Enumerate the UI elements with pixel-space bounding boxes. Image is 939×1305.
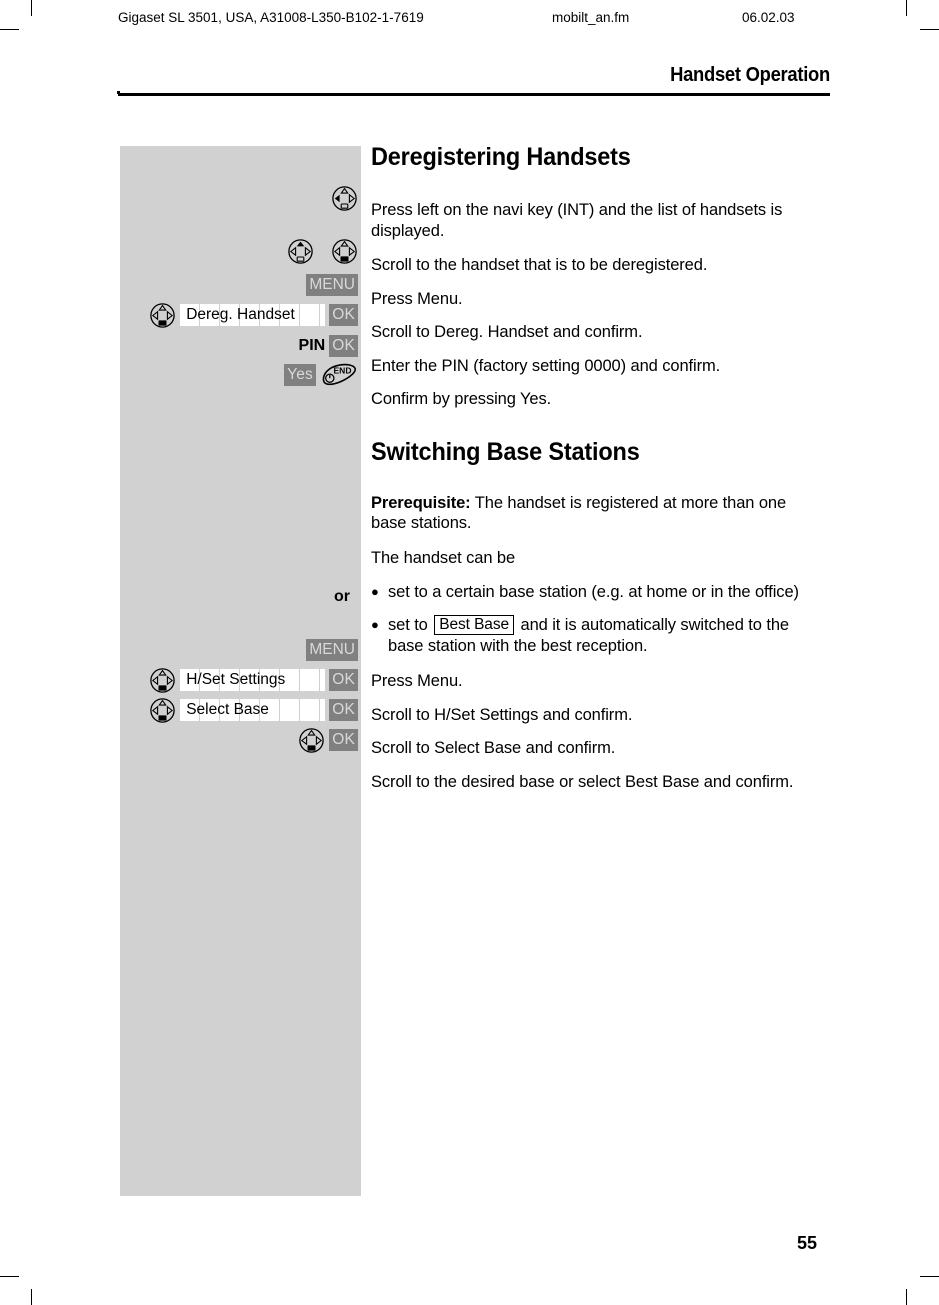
prerequisite-paragraph: Prerequisite: The handset is registered …: [371, 493, 823, 534]
step-text-select-base: Scroll to Select Base and confirm.: [371, 739, 616, 757]
navi-key-down-icon[interactable]: [331, 238, 358, 265]
step-text-press-left: Press left on the navi key (INT) and the…: [371, 201, 783, 240]
step-keys-dereg-handset: Dereg. Handset OK: [131, 302, 358, 328]
crop-mark-bottom-right-vertical: [906, 1289, 907, 1305]
softkey-menu[interactable]: MENU: [306, 639, 358, 661]
crop-mark-top-left-vertical: [31, 0, 32, 16]
crop-mark-top-right-horizontal: [920, 29, 939, 30]
bullet-text-before: set to: [388, 615, 433, 634]
navi-key-down-icon[interactable]: [149, 302, 176, 329]
softkey-ok[interactable]: OK: [329, 304, 358, 326]
step-keys-hset-settings: H/Set Settings OK: [131, 667, 358, 693]
step-keys-scroll-handset: [120, 238, 358, 264]
intro-text: The handset can be: [371, 548, 516, 567]
navi-key-down-icon[interactable]: [298, 727, 325, 754]
step-text-choose-base: Scroll to the desired base or select Bes…: [371, 772, 794, 791]
step-text-enter-pin: Enter the PIN (factory setting 0000) and…: [371, 356, 721, 375]
crop-mark-bottom-right-horizontal: [920, 1276, 939, 1277]
navi-key-up-icon[interactable]: [287, 238, 314, 265]
section-heading-switching-base-stations: Switching Base Stations: [371, 437, 640, 466]
crop-mark-bottom-left-vertical: [31, 1289, 32, 1305]
softkey-ok[interactable]: OK: [329, 669, 358, 691]
revision-date-text: 06.02.03: [742, 10, 795, 25]
source-filename-text: mobilt_an.fm: [552, 10, 630, 25]
step-keys-press-menu-2: MENU: [120, 637, 358, 663]
step-keys-enter-pin: PIN OK: [120, 333, 358, 359]
document-id-text: Gigaset SL 3501, USA, A31008-L350-B102-1…: [118, 10, 424, 25]
bullet-item-certain-base: ● set to a certain base station (e.g. at…: [371, 582, 823, 603]
page-number: 55: [797, 1233, 818, 1253]
display-field-label: Select Base: [186, 701, 269, 718]
crop-mark-top-right-vertical: [906, 0, 907, 16]
bullet-item-best-base: ● set to Best Base and it is automatical…: [371, 614, 823, 657]
step-text-scroll-handset: Scroll to the handset that is to be dere…: [371, 256, 708, 274]
display-field-select-base[interactable]: Select Base: [180, 699, 326, 721]
navi-key-down-icon[interactable]: [149, 697, 176, 724]
softkey-ok[interactable]: OK: [329, 335, 358, 357]
step-text-dereg-handset: Scroll to Dereg. Handset and confirm.: [371, 323, 643, 341]
prerequisite-label: Prerequisite:: [371, 493, 471, 512]
bullet-text: set to Best Base and it is automatically…: [388, 614, 823, 657]
step-keys-press-left: [120, 185, 358, 211]
display-field-dereg-handset[interactable]: Dereg. Handset: [180, 304, 326, 326]
running-head: Gigaset SL 3501, USA, A31008-L350-B102-1…: [118, 8, 840, 28]
or-connector-label: or: [334, 588, 350, 605]
inline-option-best-base[interactable]: Best Base: [434, 614, 515, 635]
step-text-press-menu-2: Press Menu.: [371, 672, 463, 690]
navi-key-down-icon[interactable]: [149, 667, 176, 694]
end-call-key-icon[interactable]: END: [320, 362, 358, 388]
softkey-ok[interactable]: OK: [329, 729, 358, 751]
step-text-press-menu-1: Press Menu.: [371, 289, 463, 308]
display-field-hset-settings[interactable]: H/Set Settings: [180, 669, 326, 691]
display-field-label: H/Set Settings: [186, 671, 286, 688]
chapter-title: Handset Operation: [670, 64, 830, 86]
crop-mark-top-left-horizontal: [0, 29, 19, 30]
main-text-column: Deregistering Handsets Press left on the…: [371, 142, 823, 792]
bullet-dot-icon: ●: [371, 584, 379, 599]
section-heading-deregistering-handsets: Deregistering Handsets: [371, 143, 631, 171]
step-keys-select-base: Select Base OK: [131, 697, 358, 723]
svg-text:END: END: [334, 366, 352, 376]
navi-key-left-icon[interactable]: [331, 185, 358, 212]
step-text-hset-settings: Scroll to H/Set Settings and confirm.: [371, 705, 633, 724]
softkey-yes[interactable]: Yes: [284, 364, 316, 386]
bullet-text: set to a certain base station (e.g. at h…: [388, 583, 799, 601]
softkey-menu[interactable]: MENU: [306, 274, 358, 296]
bullet-dot-icon: ●: [371, 616, 379, 632]
step-text-confirm-yes: Confirm by pressing Yes.: [371, 390, 552, 408]
step-keys-confirm-yes: Yes END: [120, 362, 358, 388]
crop-mark-bottom-left-horizontal: [0, 1276, 19, 1277]
chapter-rule-divider: [118, 93, 830, 96]
step-keys-choose-base: OK: [120, 727, 358, 753]
display-field-label: Dereg. Handset: [186, 306, 295, 323]
softkey-ok[interactable]: OK: [329, 699, 358, 721]
step-keys-press-menu-1: MENU: [120, 272, 358, 298]
pin-prompt-label: PIN: [298, 337, 326, 354]
